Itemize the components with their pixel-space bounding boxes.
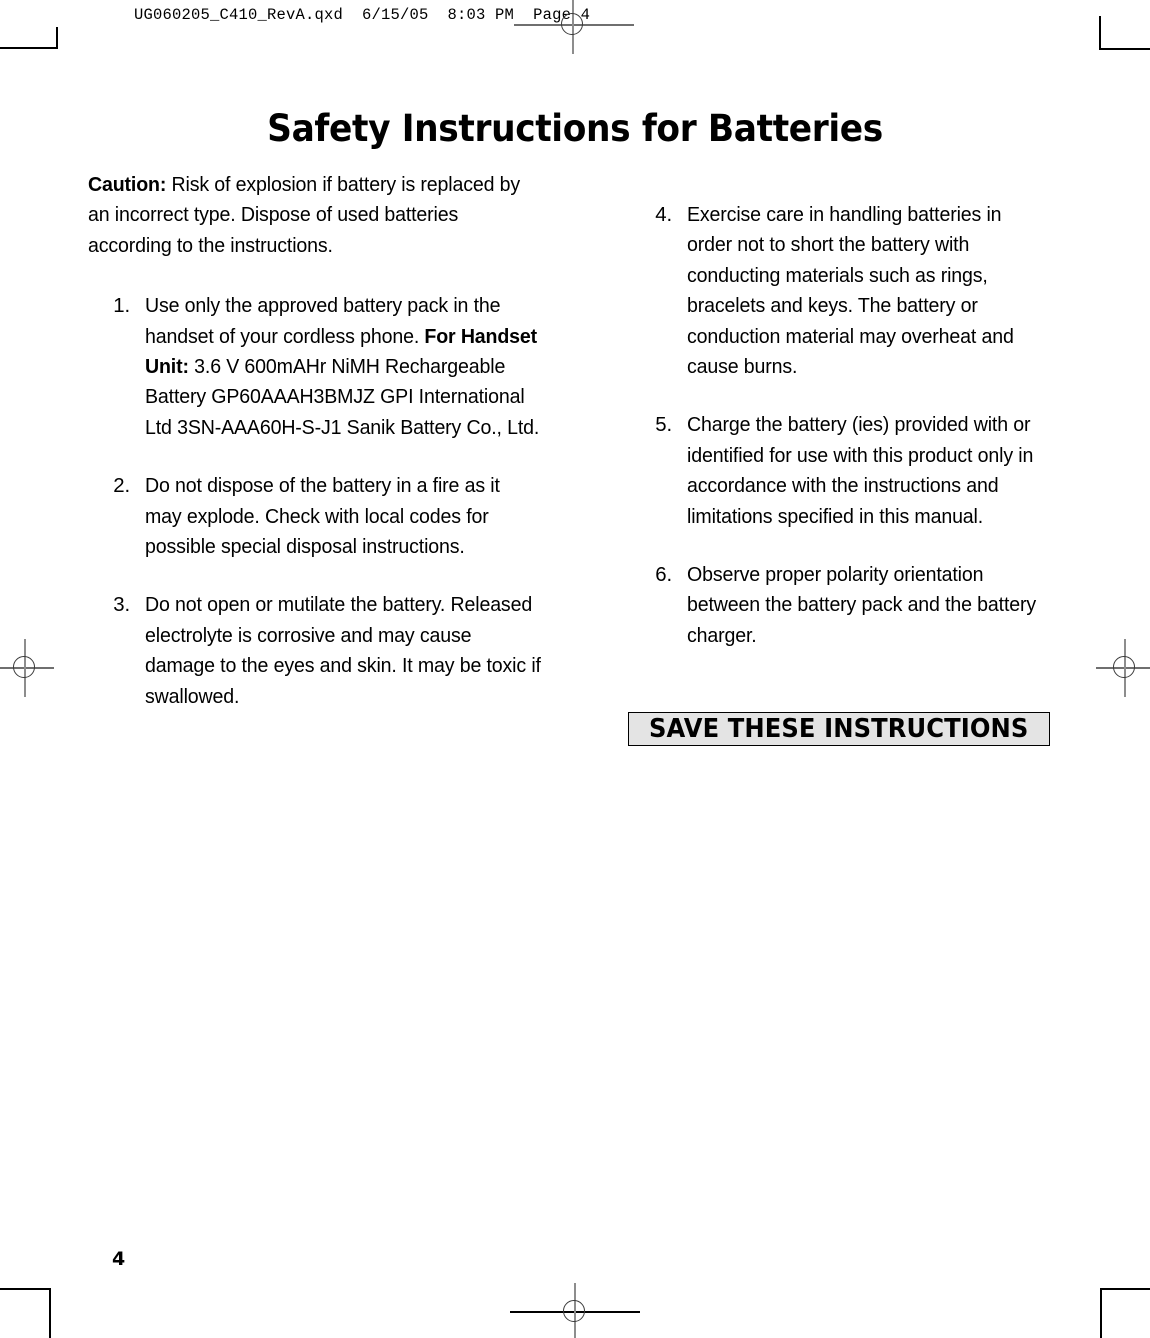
save-these-instructions-label: SAVE THESE INSTRUCTIONS xyxy=(649,714,1029,744)
registration-mark-ring xyxy=(561,13,583,35)
crop-mark-top-right-vertical xyxy=(1099,16,1101,50)
safety-steps-list-right: 4. Exercise care in handling batteries i… xyxy=(638,200,1058,651)
crop-mark-top-left-horizontal xyxy=(0,47,58,49)
page-title: Safety Instructions for Batteries xyxy=(267,106,883,150)
list-item-text: Use only the approved battery pack in th… xyxy=(145,291,541,443)
list-item-text: Observe proper polarity orientation betw… xyxy=(687,564,1037,647)
list-item-number: 3. xyxy=(113,594,130,617)
document-page: UG060205_C410_RevA.qxd 6/15/05 8:03 PM P… xyxy=(0,0,1150,1338)
list-item-text: Do not open or mutilate the battery. Rel… xyxy=(145,594,541,708)
registration-mark-ring xyxy=(13,656,35,678)
registration-mark-top xyxy=(514,0,634,54)
list-item: 4. Exercise care in handling batteries i… xyxy=(638,200,1058,382)
crop-mark-top-left-vertical xyxy=(56,27,58,49)
list-item-number: 6. xyxy=(655,564,672,587)
registration-mark-ring xyxy=(1113,656,1135,678)
page-number: 4 xyxy=(112,1248,126,1270)
caution-paragraph: Caution: Risk of explosion if battery is… xyxy=(88,170,539,261)
right-column: 4. Exercise care in handling batteries i… xyxy=(638,200,1058,651)
registration-mark-ring xyxy=(563,1300,585,1322)
list-item: 6. Observe proper polarity orientation b… xyxy=(638,560,1058,651)
crop-mark-top-right-horizontal xyxy=(1099,48,1150,50)
list-item: 5. Charge the battery (ies) provided wit… xyxy=(638,410,1058,532)
crop-mark-bottom-left-vertical xyxy=(49,1288,51,1338)
list-item-number: 4. xyxy=(655,204,672,226)
list-item-text: Exercise care in handling batteries in o… xyxy=(687,204,1014,379)
list-item-text: Charge the battery (ies) provided with o… xyxy=(687,414,1034,528)
crop-mark-bottom-left-horizontal xyxy=(0,1288,51,1290)
crop-mark-bottom-right-vertical xyxy=(1100,1288,1102,1338)
crop-mark-bottom-right-horizontal xyxy=(1100,1288,1150,1290)
list-item-text: Do not dispose of the battery in a fire … xyxy=(145,475,500,559)
save-these-instructions-box: SAVE THESE INSTRUCTIONS xyxy=(628,712,1050,746)
list-item: 1. Use only the approved battery pack in… xyxy=(88,291,558,443)
left-column: Caution: Risk of explosion if battery is… xyxy=(88,170,558,712)
list-item-number: 1. xyxy=(113,295,130,318)
list-item: 2. Do not dispose of the battery in a fi… xyxy=(88,471,558,562)
list-item-number: 2. xyxy=(113,475,130,498)
list-item-number: 5. xyxy=(655,414,672,437)
caution-label: Caution: xyxy=(88,174,167,196)
list-item: 3. Do not open or mutilate the battery. … xyxy=(88,590,558,712)
proof-header-text: UG060205_C410_RevA.qxd 6/15/05 8:03 PM P… xyxy=(134,6,591,24)
registration-mark-right xyxy=(1096,639,1150,697)
safety-steps-list-left: 1. Use only the approved battery pack in… xyxy=(88,291,558,712)
list-item-text-after: 3.6 V 600mAHr NiMH Rechargeable Battery … xyxy=(145,356,540,439)
registration-mark-left xyxy=(0,639,54,697)
registration-mark-bottom xyxy=(510,1283,640,1338)
